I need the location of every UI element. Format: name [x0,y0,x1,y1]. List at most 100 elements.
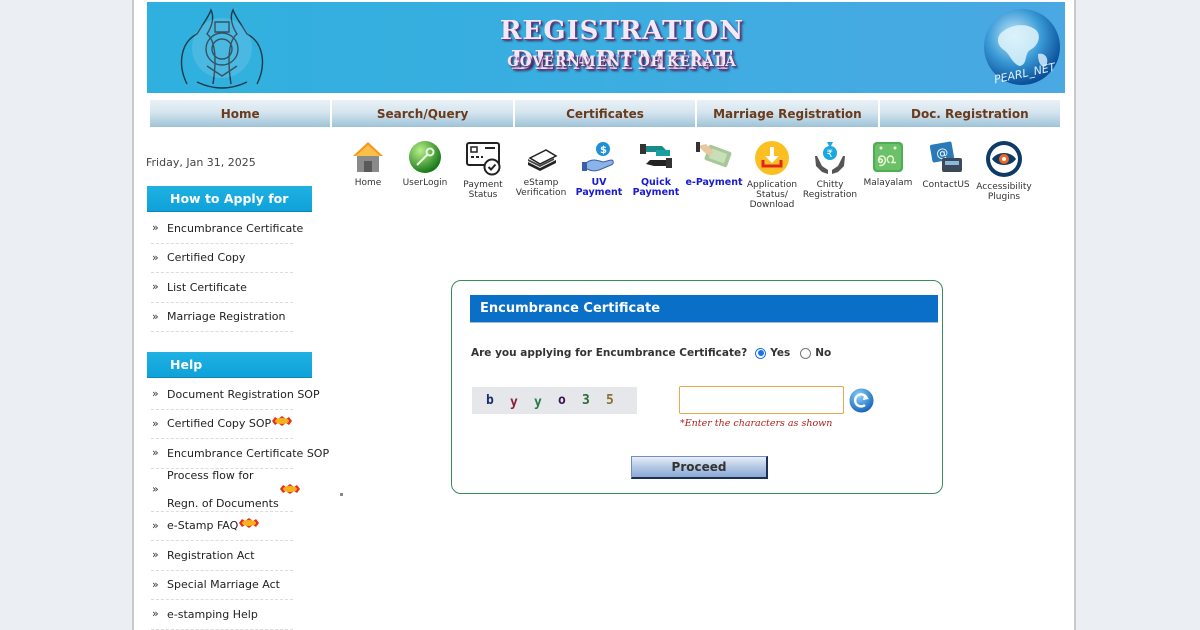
raquo-icon: » [152,518,159,532]
main-nav: Home Search/Query Certificates Marriage … [150,100,1061,127]
nav-search-query[interactable]: Search/Query [332,100,513,127]
help-link-special-marriage-act[interactable]: » Special Marriage Act [151,571,293,600]
accessibility-eye-icon [986,141,1022,177]
captcha-char: y [534,395,542,410]
svg-text:₹: ₹ [827,149,833,160]
quick-link-contactus[interactable]: @ ContactUS [917,140,975,190]
quick-link-label: Malayalam [863,178,913,188]
malayalam-icon: ൭൨ [873,142,903,172]
captcha-hint: *Enter the characters as shown [680,418,833,429]
new-badge-icon [239,517,260,528]
quick-link-application-status[interactable]: Application Status/Download [743,140,801,210]
captcha-image: b y y o 3 5 [472,387,637,414]
link-label-line1: Process flow for [167,468,254,482]
payment-status-icon [466,142,501,176]
raquo-icon: » [152,548,159,562]
help-link-certified-copy-sop[interactable]: » Certified Copy SOP [151,410,293,439]
quick-link-label: UserLogin [402,178,448,188]
current-date: Friday, Jan 31, 2025 [146,156,256,169]
page-container: REGISTRATION DEPARTMENT GOVERNMENT OF KE… [132,0,1076,630]
banner-subtitle: GOVERNMENT OF KERALA [507,54,737,70]
kerala-emblem-icon [180,8,264,89]
radio-yes-label[interactable]: Yes [770,347,790,359]
help-list: » Document Registration SOP » Certified Co… [151,380,329,630]
raquo-icon: » [152,446,159,460]
question-row: Are you applying for Encumbrance Certifi… [471,347,831,359]
how-to-apply-heading: How to Apply for [147,186,312,212]
raquo-icon: » [152,387,159,401]
apply-link-marriage-registration[interactable]: » Marriage Registration [151,303,293,332]
quick-link-quick-payment[interactable]: Quick Payment [627,140,685,198]
nav-home[interactable]: Home [150,100,331,127]
captcha-char: 3 [582,393,590,408]
link-label: Document Registration SOP [167,387,320,401]
header-banner: REGISTRATION DEPARTMENT GOVERNMENT OF KE… [147,2,1065,93]
question-label: Are you applying for Encumbrance Certifi… [471,347,748,359]
e-payment-icon [696,142,732,168]
link-label-line2: Regn. of Documents [167,496,279,510]
raquo-icon: » [152,481,159,495]
svg-text:$: $ [600,145,607,156]
quick-link-label: Chitty Registration [802,180,858,200]
link-label: Encumbrance Certificate SOP [167,446,330,460]
raquo-icon: » [152,280,159,294]
radio-no[interactable] [800,347,812,359]
link-label: Marriage Registration [167,310,286,324]
nav-certificates[interactable]: Certificates [514,100,696,127]
help-heading: Help [147,352,312,378]
refresh-captcha-icon[interactable] [849,388,874,413]
link-label: e-stamping Help [167,607,258,621]
help-link-estamping-help[interactable]: » e-stamping Help [151,600,293,630]
nav-doc-registration[interactable]: Doc. Registration [879,100,1061,127]
help-link-process-flow[interactable]: » Process flow for Regn. of Documents [151,469,300,512]
quick-link-label: ContactUS [922,180,970,190]
encumbrance-form-panel: Encumbrance Certificate Are you applying… [451,280,943,494]
quick-link-label: eStamp Verification [515,178,567,198]
help-link-estamp-faq[interactable]: » e-Stamp FAQ [151,512,293,541]
help-link-doc-registration-sop[interactable]: » Document Registration SOP [151,380,320,410]
quick-link-label: Accessibility Plugins [976,182,1032,202]
captcha-input[interactable] [679,386,844,414]
how-to-apply-list: » Encumbrance Certificate » Certified Copy… [151,214,303,332]
raquo-icon: » [152,607,159,621]
quick-link-userlogin[interactable]: UserLogin [396,140,454,188]
quick-link-payment-status[interactable]: Payment Status [454,140,512,200]
quick-links-bar: Home UserLogin Payment Status eStamp Ver… [339,140,1032,215]
link-label: Encumbrance Certificate [167,221,304,235]
svg-text:൭൨: ൭൨ [877,152,897,167]
chitty-icon: ₹ [815,142,845,174]
contact-icon: @ [929,141,962,172]
quick-link-label: e-Payment [685,177,743,188]
quick-link-label: Application Status/Download [746,180,798,210]
quick-link-accessibility-plugins[interactable]: Accessibility Plugins [975,140,1033,202]
new-badge-icon [272,415,293,426]
proceed-button[interactable]: Proceed [631,456,768,479]
quick-link-e-payment[interactable]: e-Payment [685,140,743,188]
apply-link-list-certificate[interactable]: » List Certificate [151,273,293,303]
raquo-icon: » [152,250,159,264]
quick-link-label: Home [354,178,382,188]
quick-link-label: Quick Payment [632,177,680,198]
captcha-char: y [510,395,518,410]
home-icon [353,142,383,172]
radio-no-label[interactable]: No [815,347,831,359]
captcha-char: o [558,393,566,408]
new-badge-icon [279,483,300,494]
quick-link-chitty-registration[interactable]: ₹ Chitty Registration [801,140,859,200]
link-label: e-Stamp FAQ [167,519,239,533]
apply-link-certified-copy[interactable]: » Certified Copy [151,244,293,273]
nav-marriage-registration[interactable]: Marriage Registration [697,100,878,127]
raquo-icon: » [152,416,159,430]
uv-payment-icon: $ [582,142,614,172]
apply-link-encumbrance[interactable]: » Encumbrance Certificate [151,214,303,244]
quick-link-malayalam[interactable]: ൭൨ Malayalam [859,140,917,188]
help-link-registration-act[interactable]: » Registration Act [151,541,293,571]
estamp-icon [528,149,558,171]
radio-yes[interactable] [755,347,767,359]
quick-payment-icon [640,144,672,168]
download-icon [755,141,789,175]
captcha-char: b [486,393,494,408]
quick-link-uv-payment[interactable]: $ UV Payment [570,140,628,198]
quick-link-estamp-verification[interactable]: eStamp Verification [512,140,570,198]
quick-link-home[interactable]: Home [339,140,397,188]
